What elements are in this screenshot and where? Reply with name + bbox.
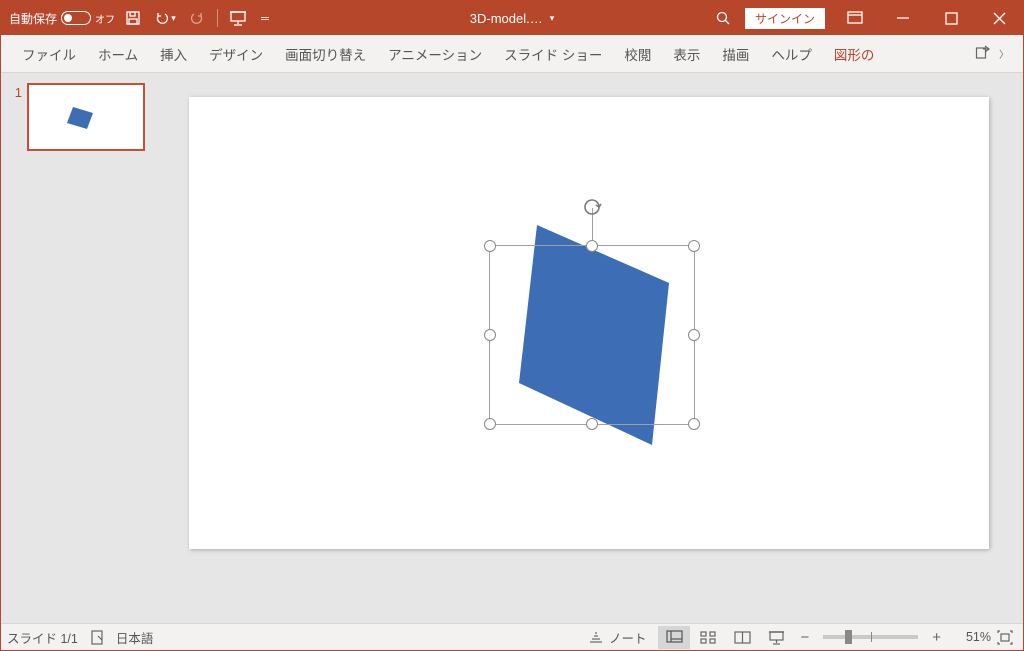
tab-animations[interactable]: アニメーション (377, 35, 493, 73)
language-indicator[interactable]: 日本語 (116, 628, 154, 647)
maximize-button[interactable] (927, 1, 975, 35)
ribbon-tabs: ファイル ホーム 挿入 デザイン 画面切り替え アニメーション スライド ショー… (1, 35, 1023, 73)
slide-sorter-view-button[interactable] (692, 626, 724, 649)
thumbnail-number: 1 (9, 83, 27, 151)
slideshow-from-start-button[interactable] (224, 4, 252, 32)
vertical-scrollbar[interactable] (1005, 73, 1023, 623)
resize-handle-mr[interactable] (688, 329, 700, 341)
save-icon[interactable] (119, 4, 147, 32)
resize-handle-br[interactable] (688, 418, 700, 430)
titlebar: 自動保存 オフ ▾ ═ 3D-model.… ▾ (1, 1, 1023, 35)
slide-counter[interactable]: スライド 1/1 (7, 628, 78, 647)
normal-view-button[interactable] (658, 626, 690, 649)
tab-help[interactable]: ヘルプ (760, 35, 823, 73)
close-button[interactable] (975, 1, 1023, 35)
slide-area (177, 73, 1005, 623)
tab-home[interactable]: ホーム (87, 35, 149, 73)
resize-handle-bl[interactable] (484, 418, 496, 430)
thumbnail-pane: 1 (1, 73, 177, 623)
autosave-pill (61, 11, 91, 25)
tab-shape-format[interactable]: 図形の (823, 35, 886, 73)
slide-canvas[interactable] (189, 97, 989, 549)
resize-handle-tm[interactable] (586, 240, 598, 252)
zoom-out-button[interactable]: − (794, 630, 815, 645)
search-button[interactable] (701, 10, 745, 26)
share-button[interactable] (975, 44, 991, 63)
tab-insert[interactable]: 挿入 (149, 35, 198, 73)
autosave-state: オフ (95, 11, 115, 26)
tab-view[interactable]: 表示 (662, 35, 711, 73)
thumbnail-shape-icon (67, 107, 97, 129)
signin-button[interactable]: サインイン (745, 8, 825, 29)
zoom-percentage[interactable]: 51% (949, 630, 991, 644)
tab-review[interactable]: 校閲 (613, 35, 662, 73)
title-dropdown-icon[interactable]: ▾ (549, 13, 555, 24)
zoom-slider[interactable] (823, 635, 918, 639)
filename-label: 3D-model.… (470, 11, 543, 26)
statusbar: スライド 1/1 日本語 ノート − (1, 623, 1023, 650)
tab-design[interactable]: デザイン (198, 35, 274, 73)
fit-to-window-button[interactable] (993, 630, 1017, 645)
undo-button[interactable]: ▾ (151, 4, 179, 32)
notes-button[interactable]: ノート (588, 628, 657, 647)
document-title: 3D-model.… ▾ (470, 11, 555, 26)
tab-draw[interactable]: 描画 (711, 35, 760, 73)
redo-button[interactable] (183, 4, 211, 32)
selection-box (489, 245, 695, 425)
autosave-toggle[interactable]: 自動保存 オフ (9, 10, 115, 27)
notes-label: ノート (609, 628, 647, 647)
resize-handle-ml[interactable] (484, 329, 496, 341)
tab-transitions[interactable]: 画面切り替え (274, 35, 377, 73)
autosave-label: 自動保存 (9, 10, 57, 27)
resize-handle-bm[interactable] (586, 418, 598, 430)
slide-thumbnail-1[interactable] (27, 83, 145, 151)
zoom-in-button[interactable]: + (926, 630, 947, 645)
slideshow-view-button[interactable] (760, 626, 792, 649)
resize-handle-tr[interactable] (688, 240, 700, 252)
tab-file[interactable]: ファイル (11, 35, 87, 73)
ribbon-overflow-icon[interactable]: 〉 (995, 46, 1013, 61)
tab-slideshow[interactable]: スライド ショー (493, 35, 613, 73)
resize-handle-tl[interactable] (484, 240, 496, 252)
rotate-handle[interactable] (581, 196, 603, 218)
accessibility-check-button[interactable] (90, 630, 104, 645)
minimize-button[interactable] (879, 1, 927, 35)
qat-customize-button[interactable]: ═ (256, 4, 274, 32)
ribbon-display-options-button[interactable] (831, 1, 879, 35)
reading-view-button[interactable] (726, 626, 758, 649)
